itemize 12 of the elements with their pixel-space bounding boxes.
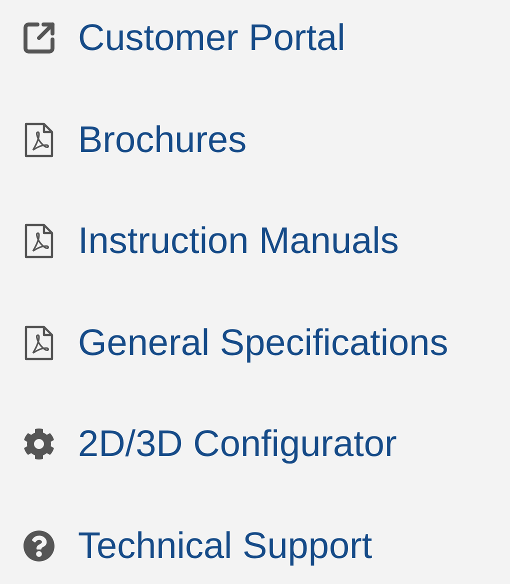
pdf-file-icon [24,324,54,361]
resource-link[interactable]: Customer Portal [78,16,346,60]
resource-link[interactable]: Brochures [78,118,247,162]
pdf-file-icon [24,223,54,260]
help-icon [23,530,55,562]
settings-icon [23,428,55,460]
pdf-file-icon [24,122,54,158]
resource-link[interactable]: General Specifications [78,320,448,365]
resource-link[interactable]: 2D/3D Configurator [78,422,397,466]
resource-link[interactable]: Instruction Manuals [78,219,399,264]
external-link-icon [21,20,57,56]
resource-link[interactable]: Technical Support [78,524,372,568]
